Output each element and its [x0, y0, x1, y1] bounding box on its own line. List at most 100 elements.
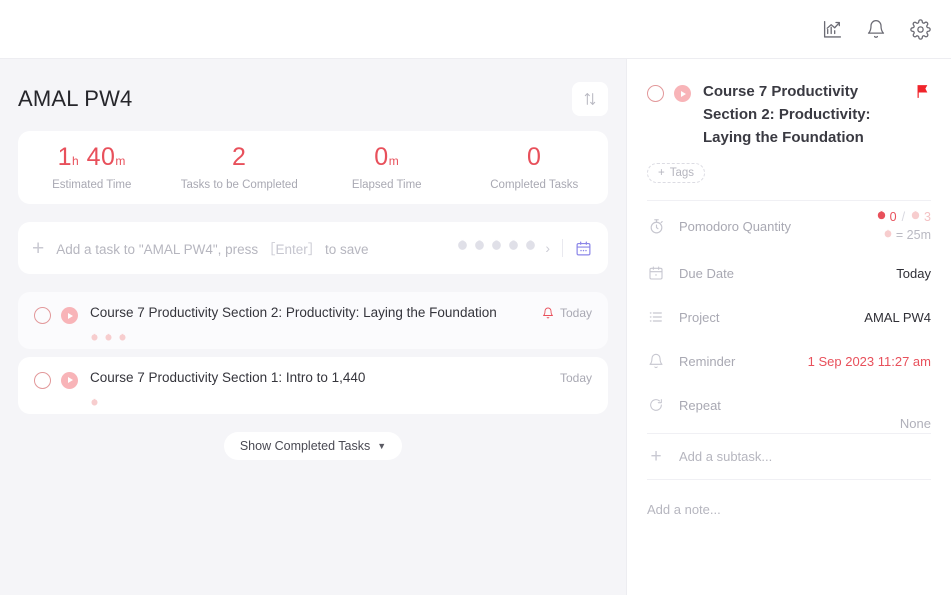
- pomodoro-slot-icon[interactable]: [473, 239, 486, 257]
- page-title: AMAL PW4: [18, 86, 133, 111]
- property-project[interactable]: Project AMAL PW4: [647, 295, 931, 339]
- property-value: None: [899, 416, 931, 432]
- show-completed-label: Show Completed Tasks: [239, 438, 371, 453]
- flag-icon[interactable]: [914, 83, 931, 100]
- notification-bell-icon[interactable]: [865, 18, 887, 40]
- detail-header: Course 7 Productivity Section 2: Product…: [647, 59, 931, 149]
- pomodoro-duration-line: = 25m: [876, 226, 931, 244]
- pomodoro-filled-icon: [876, 208, 887, 226]
- pomodoro-dot-icon: [104, 329, 113, 341]
- start-pomodoro-button[interactable]: [61, 307, 78, 324]
- pomodoro-duration: = 25m: [895, 228, 931, 243]
- stat-value: 2: [232, 142, 247, 171]
- stat-value: 0m: [374, 142, 400, 171]
- task-content: Course 7 Productivity Section 1: Intro t…: [90, 370, 560, 406]
- main-body: AMAL PW4 1h 40m Estimated Time 2 Tasks t…: [0, 59, 951, 595]
- pomodoro-dot-icon: [118, 329, 127, 341]
- task-pomodoro-dots: [90, 394, 552, 406]
- add-note-field[interactable]: Add a note...: [647, 480, 931, 517]
- stat-elapsed-time: 0m Elapsed Time: [313, 142, 461, 191]
- add-task-placeholder: Add a task to "AMAL PW4", press ［Enter］ …: [56, 242, 369, 257]
- show-completed-tasks-button[interactable]: Show Completed Tasks ▼: [223, 431, 403, 460]
- stat-estimated-time: 1h 40m Estimated Time: [18, 142, 166, 191]
- app-window: AMAL PW4 1h 40m Estimated Time 2 Tasks t…: [0, 0, 951, 595]
- pomodoro-slot-icon[interactable]: [490, 239, 503, 257]
- task-checkbox[interactable]: [34, 307, 51, 324]
- stat-tasks-to-be-completed: 2 Tasks to be Completed: [166, 142, 314, 191]
- property-label: Project: [679, 309, 720, 325]
- property-repeat[interactable]: Repeat None: [647, 383, 931, 431]
- pomodoro-slot-icon[interactable]: [524, 239, 537, 257]
- pomodoro-slot-icon[interactable]: [507, 239, 520, 257]
- pomodoro-empty-icon: [910, 208, 921, 226]
- add-task-bar[interactable]: + Add a task to "AMAL PW4", press ［Enter…: [18, 222, 608, 274]
- stat-value: 1h 40m: [57, 142, 126, 171]
- stat-label: Completed Tasks: [490, 178, 579, 191]
- plus-icon: +: [650, 445, 662, 467]
- property-label: Repeat: [679, 397, 721, 413]
- task-due-label: Today: [559, 306, 592, 320]
- pomodoro-slash: /: [901, 210, 906, 225]
- pomodoro-slot-icon[interactable]: [456, 239, 469, 257]
- chevron-down-icon: ▼: [377, 440, 387, 451]
- task-checkbox[interactable]: [34, 371, 51, 389]
- calendar-icon[interactable]: [575, 240, 592, 257]
- task-row[interactable]: Course 7 Productivity Section 1: Intro t…: [18, 356, 608, 414]
- add-tags-button[interactable]: + Tags: [647, 163, 706, 184]
- settings-gear-icon[interactable]: [909, 18, 931, 40]
- pomodoro-total: 3: [924, 210, 931, 225]
- pomodoro-count-line: 0 / 3: [876, 208, 931, 226]
- pomodoro-dot-icon: [90, 329, 99, 341]
- property-reminder[interactable]: Reminder 1 Sep 2023 11:27 am: [647, 339, 931, 383]
- repeat-icon: [647, 397, 665, 413]
- property-value: 0 / 3 = 25m: [876, 208, 931, 244]
- detail-task-checkbox[interactable]: [647, 85, 664, 102]
- reminder-bell-icon: [542, 307, 554, 319]
- property-due-date[interactable]: Due Date Today: [647, 251, 931, 295]
- task-detail-pane: Course 7 Productivity Section 2: Product…: [626, 59, 951, 595]
- task-content: Course 7 Productivity Section 2: Product…: [90, 305, 542, 341]
- start-pomodoro-button[interactable]: [61, 371, 78, 389]
- plus-icon: +: [658, 167, 665, 180]
- task-due-meta: Today: [560, 371, 592, 385]
- task-due-label: Today: [559, 370, 592, 385]
- task-due-meta: Today: [542, 306, 592, 320]
- property-value: Today: [896, 265, 931, 281]
- task-list-pane: AMAL PW4 1h 40m Estimated Time 2 Tasks t…: [0, 59, 626, 595]
- property-label: Pomodoro Quantity: [679, 218, 792, 234]
- stat-label: Estimated Time: [52, 178, 132, 191]
- detail-task-title[interactable]: Course 7 Productivity Section 2: Product…: [703, 81, 914, 149]
- list-header: AMAL PW4: [18, 59, 608, 131]
- add-subtask-placeholder: Add a subtask...: [679, 449, 773, 465]
- task-pomodoro-dots: [90, 329, 534, 341]
- task-title: Course 7 Productivity Section 2: Product…: [90, 305, 497, 320]
- show-completed-wrap: Show Completed Tasks ▼: [18, 431, 608, 460]
- detail-start-pomodoro-button[interactable]: [674, 85, 691, 102]
- task-row[interactable]: Course 7 Productivity Section 2: Product…: [18, 292, 608, 349]
- tags-label: Tags: [669, 167, 695, 180]
- statistics-icon[interactable]: [821, 18, 843, 40]
- enter-key-hint: ［Enter］: [261, 242, 322, 257]
- bell-icon: [647, 353, 665, 369]
- top-bar-icons: [821, 18, 931, 40]
- chevron-right-icon[interactable]: ›: [545, 240, 550, 256]
- property-pomodoro-quantity[interactable]: Pomodoro Quantity 0 / 3 = 25m: [647, 201, 931, 251]
- sort-button[interactable]: [572, 82, 608, 116]
- pomodoro-unit-icon: [883, 226, 893, 244]
- property-value: 1 Sep 2023 11:27 am: [807, 353, 931, 369]
- stats-card: 1h 40m Estimated Time 2 Tasks to be Comp…: [18, 131, 608, 204]
- calendar-icon: [647, 265, 665, 281]
- stat-completed-tasks: 0 Completed Tasks: [461, 142, 609, 191]
- stopwatch-icon: [647, 218, 665, 235]
- top-bar: [0, 0, 951, 59]
- add-subtask-row[interactable]: + Add a subtask...: [647, 434, 931, 481]
- pomodoro-estimate-picker[interactable]: ›: [456, 239, 550, 257]
- list-icon: [647, 309, 665, 325]
- stat-value: 0: [527, 142, 542, 171]
- stat-label: Elapsed Time: [351, 178, 422, 191]
- pomodoro-dot-icon: [90, 394, 99, 406]
- property-value: AMAL PW4: [864, 309, 931, 325]
- property-label: Reminder: [679, 353, 736, 369]
- pomodoro-completed: 0: [889, 210, 897, 225]
- stat-label: Tasks to be Completed: [180, 178, 298, 191]
